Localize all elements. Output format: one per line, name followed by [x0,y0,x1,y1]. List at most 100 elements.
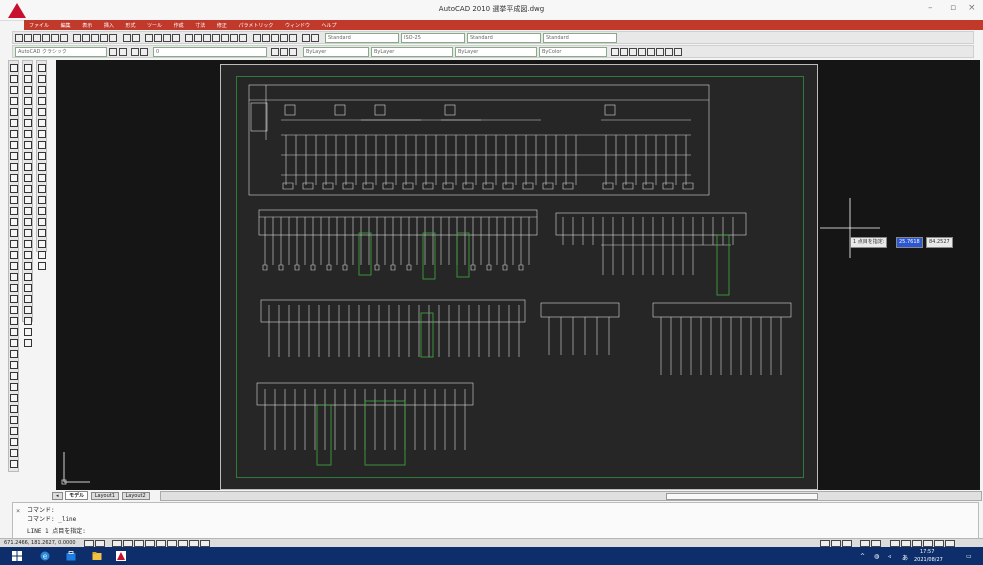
extend-tool-icon[interactable] [24,174,32,182]
store-icon[interactable] [66,551,76,561]
tab-model[interactable]: モデル [65,491,89,500]
tab-nav-first-icon[interactable]: ◂ [52,492,63,500]
explode-tool-icon[interactable] [24,229,32,237]
grid-display-icon[interactable] [95,540,105,547]
maximize-button[interactable]: ▫ [950,3,956,13]
ellipse-arc-icon[interactable] [10,174,18,182]
properties-tool-icon[interactable] [24,251,32,259]
tablestyle-select[interactable]: Standard [467,33,541,43]
toolbar-lock-icon[interactable] [923,540,933,547]
clock-date[interactable]: 2021/08/27 [914,557,943,563]
paste-icon[interactable] [91,34,99,42]
notification-icon[interactable]: ▭ [966,553,972,560]
snap-center-icon[interactable] [38,119,46,127]
stretch-icon[interactable] [10,361,18,369]
erase-tool-icon[interactable] [24,64,32,72]
plotstyle-select[interactable]: ByColor [539,47,607,57]
ucs-toggle-icon[interactable] [156,540,166,547]
zoom-object-icon[interactable] [665,48,673,56]
move-icon[interactable] [10,328,18,336]
make-block-icon[interactable] [10,196,18,204]
break-tool-icon[interactable] [24,185,32,193]
offset-icon[interactable] [10,306,18,314]
layer-iso-icon[interactable] [280,48,288,56]
snap-temp-icon[interactable] [38,240,46,248]
scale-icon[interactable] [10,350,18,358]
bulb-icon[interactable] [131,48,139,56]
revcloud-icon[interactable] [10,141,18,149]
dimstyle-select[interactable]: ISO-25 [401,33,465,43]
open-icon[interactable] [24,34,32,42]
model-space-icon[interactable] [820,540,830,547]
color-select[interactable]: ByLayer [303,47,369,57]
pan-icon[interactable] [145,34,153,42]
help-icon[interactable] [239,34,247,42]
snap-settings-icon[interactable] [38,218,46,226]
layer-previous-icon[interactable] [311,34,319,42]
quick-view-layouts-icon[interactable] [831,540,841,547]
annotation-scale-icon[interactable] [890,540,900,547]
construction-line-icon[interactable] [10,75,18,83]
zoom-all-icon[interactable] [629,48,637,56]
layer-manager-icon[interactable] [119,48,127,56]
snap-endpoint-icon[interactable] [38,64,46,72]
gradient-icon[interactable] [10,229,18,237]
group-tool-icon[interactable] [24,328,32,336]
new-icon[interactable] [15,34,23,42]
snap-perpendicular-icon[interactable] [38,152,46,160]
rotate-tool-icon[interactable] [24,130,32,138]
snap-mode-icon[interactable] [84,540,94,547]
fillet-icon[interactable] [10,427,18,435]
ungroup-tool-icon[interactable] [24,339,32,347]
command-close-icon[interactable]: × [16,507,20,515]
polyline-icon[interactable] [10,86,18,94]
snap-intersection-icon[interactable] [38,86,46,94]
add-selected-icon[interactable] [10,273,18,281]
rotate-icon[interactable] [10,339,18,347]
tab-layout2[interactable]: Layout2 [121,492,150,500]
arc-icon[interactable] [10,119,18,127]
dynamic-input-toggle-icon[interactable] [167,540,177,547]
trim-icon[interactable] [10,372,18,380]
scale-tool-icon[interactable] [24,141,32,149]
menu-view[interactable]: 表示 [77,20,97,29]
redo-icon[interactable] [132,34,140,42]
undo-icon[interactable] [123,34,131,42]
object-snap-icon[interactable] [134,540,144,547]
zoom-dynamic-icon[interactable] [674,48,682,56]
dynamic-input-x[interactable]: 25.7618 [896,237,923,248]
lineweight-toggle-icon[interactable] [178,540,188,547]
menu-file[interactable]: ファイル [24,20,54,29]
design-center-icon[interactable] [194,34,202,42]
snap-node-icon[interactable] [38,185,46,193]
make-current-layer-icon[interactable] [271,48,279,56]
lengthen-tool-icon[interactable] [24,295,32,303]
command-input[interactable]: LINE 1 点目を指定: [27,526,86,535]
polar-tracking-icon[interactable] [123,540,133,547]
array-icon[interactable] [10,317,18,325]
windows-start-icon[interactable] [12,551,22,561]
break-icon[interactable] [10,394,18,402]
zoom-window-icon[interactable] [163,34,171,42]
zoom-in-icon[interactable] [611,48,619,56]
ime-indicator[interactable]: あ [902,553,908,562]
mirror-tool-icon[interactable] [24,86,32,94]
menu-draw[interactable]: 作成 [169,20,189,29]
clock-time[interactable]: 17:57 [920,549,934,555]
textstyle-select[interactable]: Standard [325,33,399,43]
sheet-set-icon[interactable] [212,34,220,42]
dtext-icon[interactable] [10,284,18,292]
tool-palettes-icon[interactable] [203,34,211,42]
file-explorer-icon[interactable] [92,551,102,561]
erase-icon[interactable] [10,460,18,468]
stretch-tool-icon[interactable] [24,152,32,160]
autocad-taskbar-icon[interactable] [116,551,126,561]
quick-properties-icon[interactable] [189,540,199,547]
zoom-out-icon[interactable] [620,48,628,56]
quickcalc-icon[interactable] [230,34,238,42]
draworder-tool-icon[interactable] [24,317,32,325]
ellipse-icon[interactable] [10,163,18,171]
zoom-status-icon[interactable] [871,540,881,547]
linetype-select[interactable]: ByLayer [371,47,453,57]
snap-insert-icon[interactable] [38,174,46,182]
